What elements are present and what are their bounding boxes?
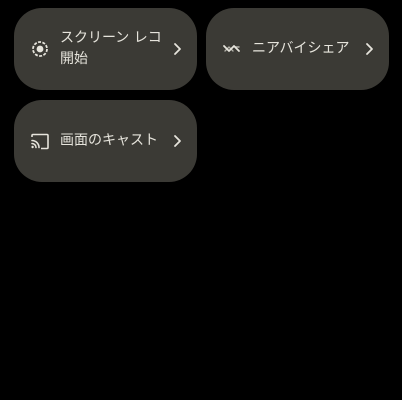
- cast-tile[interactable]: 画面のキャスト: [14, 100, 197, 182]
- screen-record-label: スクリーン レコ 開始: [60, 28, 161, 70]
- cast-icon: [30, 131, 50, 151]
- screen-record-label-line2: 開始: [60, 51, 88, 67]
- screen-record-icon: [30, 39, 50, 59]
- chevron-right-icon: [172, 134, 182, 148]
- nearby-share-tile[interactable]: ニアバイシェア: [206, 8, 389, 90]
- chevron-right-icon: [172, 42, 182, 56]
- screen-record-tile[interactable]: スクリーン レコ 開始: [14, 8, 197, 90]
- chevron-right-icon: [364, 42, 374, 56]
- nearby-share-icon: [222, 39, 242, 59]
- nearby-share-label: ニアバイシェア: [252, 40, 350, 57]
- screen-record-label-line1: スクリーン レコ: [60, 30, 161, 46]
- cast-label: 画面のキャスト: [60, 132, 158, 149]
